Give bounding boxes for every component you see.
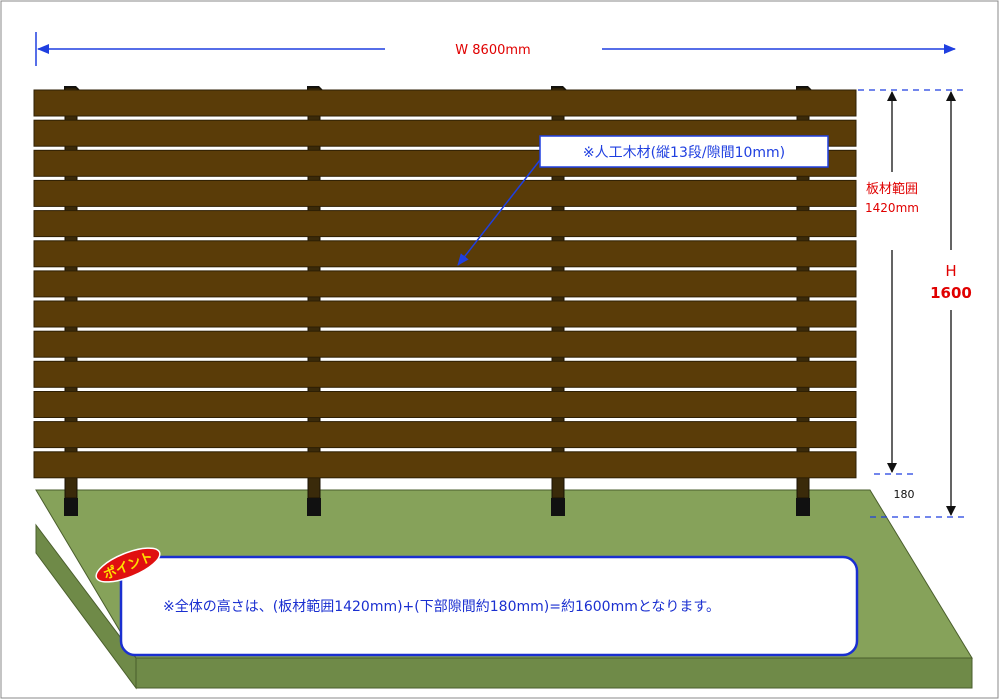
post-footing: [64, 498, 78, 516]
fence-board: [33, 330, 857, 358]
fence-board: [33, 421, 857, 449]
width-label: W 8600mm: [455, 43, 530, 58]
post-footing: [551, 498, 565, 516]
board-range-label: 板材範囲: [866, 182, 918, 197]
board-range-value: 1420mm: [865, 201, 919, 215]
fence-board: [33, 300, 857, 328]
point-callout: ※全体の高さは、(板材範囲1420mm)+(下部隙間約180mm)=約1600m…: [95, 547, 859, 657]
fence-board: [33, 391, 857, 418]
fence-board: [33, 210, 857, 238]
point-note: ※全体の高さは、(板材範囲1420mm)+(下部隙間約180mm)=約1600m…: [163, 598, 720, 615]
fence-board: [33, 360, 857, 388]
fence-board: [33, 240, 857, 268]
post-footing: [796, 498, 810, 516]
fence-board: [33, 89, 857, 117]
post-footing: [307, 498, 321, 516]
height-label-h: H: [945, 262, 956, 280]
fence-board: [33, 179, 857, 207]
material-note: ※人工木材(縦13段/隙間10mm): [583, 145, 785, 161]
bottom-gap-value: 180: [894, 488, 915, 501]
ground-front: [135, 657, 973, 689]
fence-board: [33, 451, 857, 479]
fence-board: [33, 270, 857, 298]
fence-diagram: W 8600mm 板材範囲 1420mm H 1600 180 ※人工木材(縦1…: [0, 0, 999, 699]
height-label-value: 1600: [930, 284, 972, 302]
